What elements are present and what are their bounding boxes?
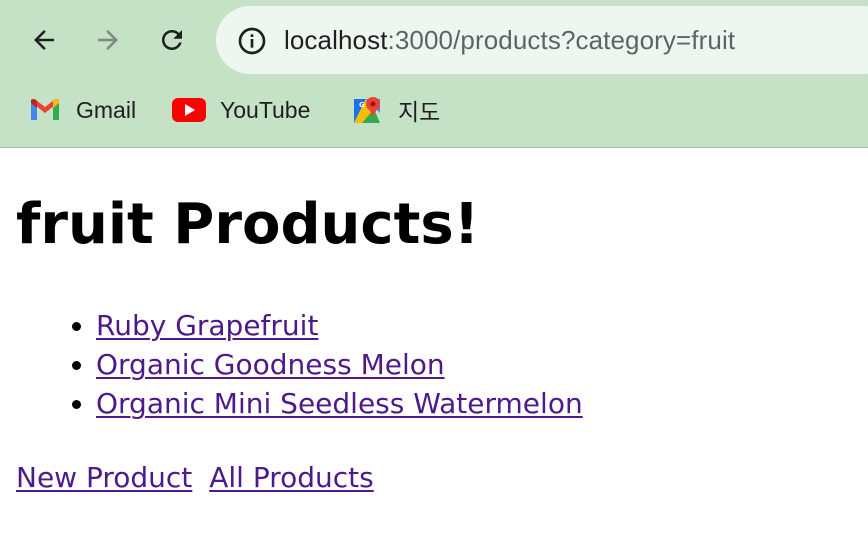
svg-text:G: G xyxy=(359,101,365,109)
browser-chrome: localhost:3000/products?category=fruit G… xyxy=(0,0,868,148)
site-info-icon[interactable] xyxy=(236,25,268,57)
list-item: Organic Goodness Melon xyxy=(96,345,583,384)
bookmark-label: 지도 xyxy=(398,99,441,125)
browser-toolbar: localhost:3000/products?category=fruit xyxy=(0,0,868,82)
page-title: fruit Products! xyxy=(16,192,480,257)
bookmark-youtube[interactable]: YouTube xyxy=(172,92,310,128)
bookmark-label: YouTube xyxy=(220,96,311,123)
bookmark-maps[interactable]: G 지도 xyxy=(350,92,440,128)
reload-button[interactable] xyxy=(150,18,194,62)
url-path: :3000/products?category=fruit xyxy=(387,25,736,55)
bookmark-label: Gmail xyxy=(76,96,137,123)
gmail-icon xyxy=(28,95,62,125)
product-list: Ruby Grapefruit Organic Goodness Melon O… xyxy=(56,306,583,423)
reload-icon xyxy=(162,30,182,50)
list-item: Organic Mini Seedless Watermelon xyxy=(96,384,583,423)
back-button[interactable] xyxy=(22,18,66,62)
forward-button[interactable] xyxy=(86,18,130,62)
page-content: fruit Products! Ruby Grapefruit Organic … xyxy=(0,148,868,536)
bookmarks-bar: Gmail YouTube G 지도 xyxy=(0,86,868,134)
youtube-icon xyxy=(172,95,206,125)
arrow-left-icon xyxy=(34,30,54,50)
url-host: localhost xyxy=(284,25,388,55)
new-product-link[interactable]: New Product xyxy=(16,461,192,494)
footer-links: New Product All Products xyxy=(16,458,374,497)
url-text[interactable]: localhost:3000/products?category=fruit xyxy=(284,24,735,56)
address-bar[interactable]: localhost:3000/products?category=fruit xyxy=(216,6,868,74)
product-link[interactable]: Organic Goodness Melon xyxy=(96,348,445,381)
maps-icon: G xyxy=(350,95,384,125)
product-link[interactable]: Organic Mini Seedless Watermelon xyxy=(96,387,583,420)
list-item: Ruby Grapefruit xyxy=(96,306,583,345)
all-products-link[interactable]: All Products xyxy=(209,461,374,494)
product-link[interactable]: Ruby Grapefruit xyxy=(96,309,318,342)
arrow-right-icon xyxy=(98,30,118,50)
bookmark-gmail[interactable]: Gmail xyxy=(28,92,136,128)
